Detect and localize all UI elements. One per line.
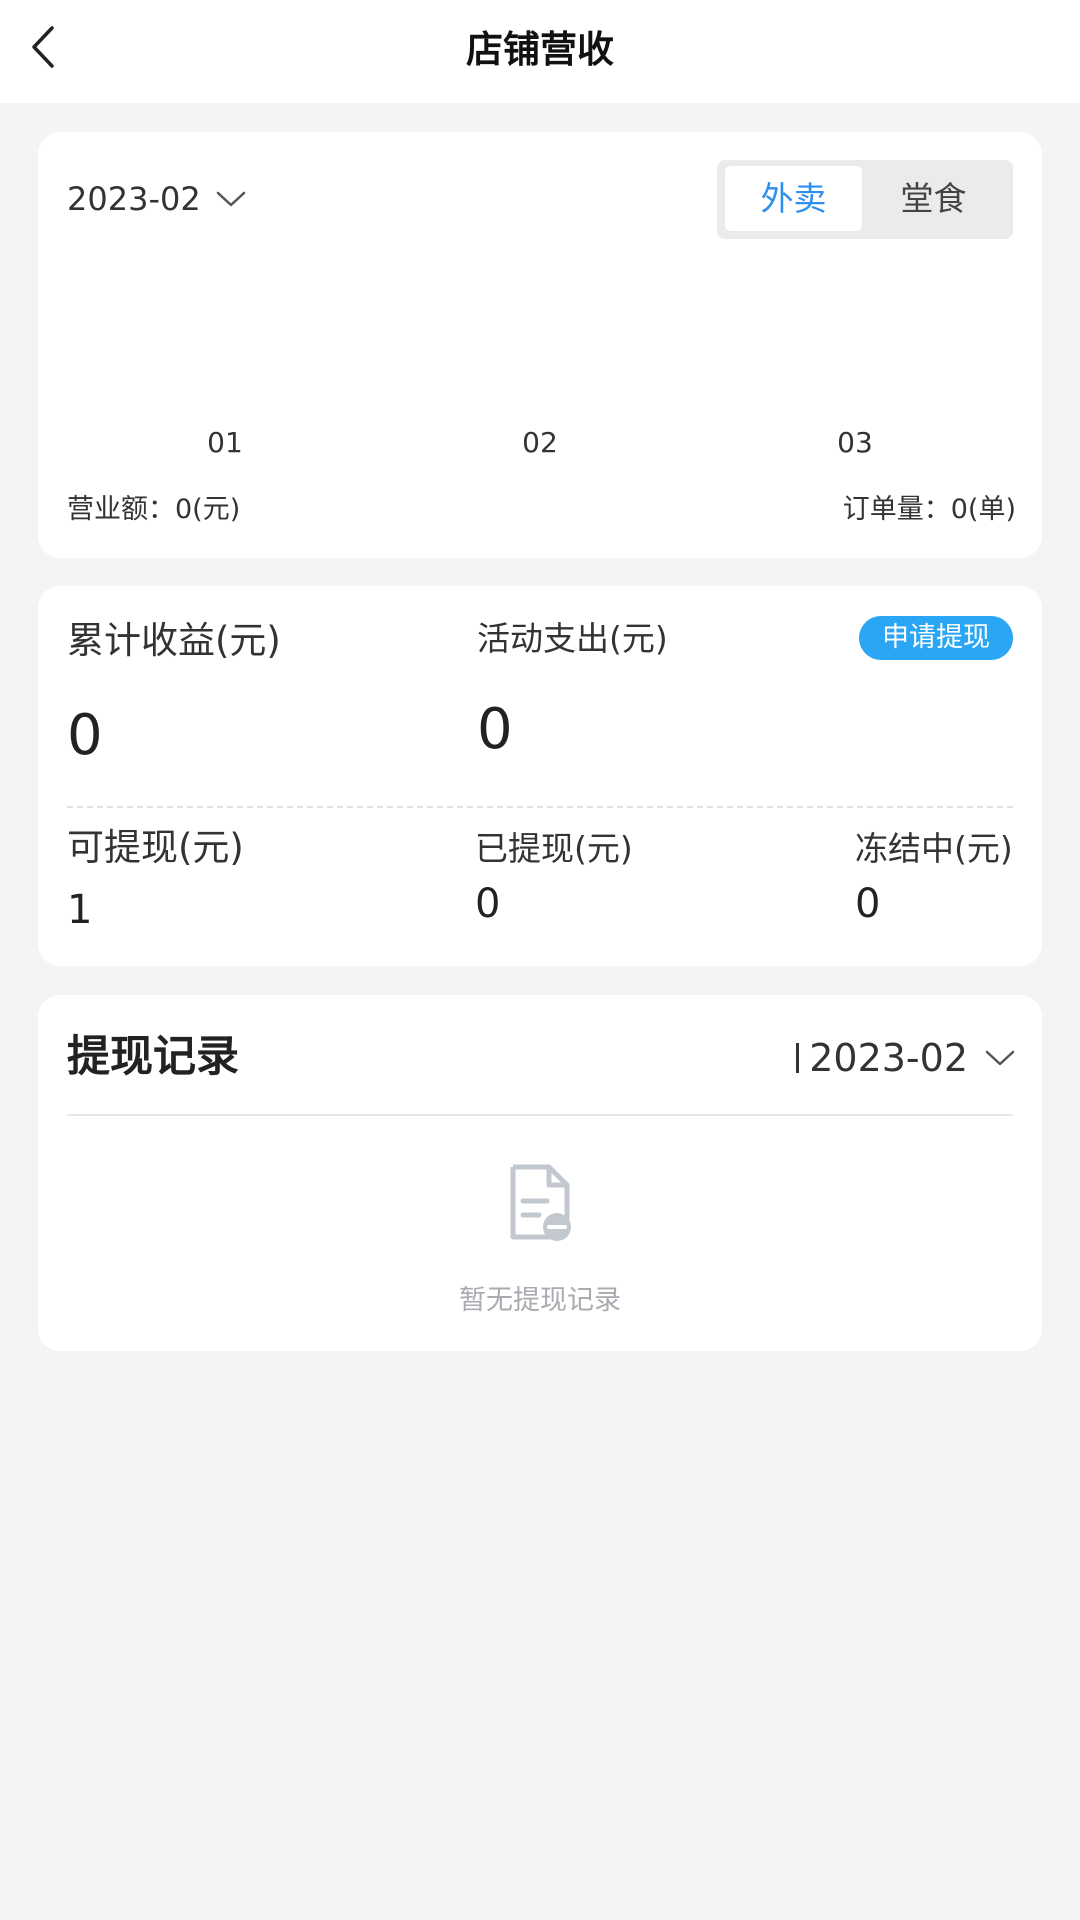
revenue-month-value: 2023-02 [67, 180, 201, 218]
cumulative-earnings-value: 0 [67, 703, 103, 768]
divider [67, 1114, 1013, 1116]
tab-takeout[interactable]: 外卖 [725, 166, 862, 231]
page-title: 店铺营收 [466, 28, 614, 71]
cumulative-earnings-label: 累计收益(元) [67, 619, 281, 662]
divider [67, 806, 1013, 808]
chevron-down-icon [985, 1050, 1015, 1066]
turnover-stat: 营业额：0(元) [67, 494, 241, 525]
apply-withdraw-button[interactable]: 申请提现 [859, 616, 1013, 660]
revenue-month-picker[interactable]: 2023-02 [67, 174, 247, 224]
records-title: 提现记录 [67, 1032, 239, 1082]
activity-expense-value: 0 [477, 697, 513, 762]
records-month-value: 2023-02 [809, 1036, 968, 1080]
chart-x-label: 01 [207, 426, 243, 459]
chart-x-label: 02 [522, 426, 558, 459]
activity-expense-label: 活动支出(元) [477, 619, 668, 658]
withdrawn-label: 已提现(元) [475, 829, 633, 868]
empty-records-text: 暂无提现记录 [459, 1285, 621, 1316]
withdrawn-value: 0 [475, 881, 501, 927]
frozen-value: 0 [855, 881, 881, 927]
revenue-card: 2023-02 外卖 堂食 01 02 03 营业额：0(元) 订单量：0(单) [38, 132, 1042, 558]
withdrawable-value: 1 [67, 887, 93, 933]
tab-dine-in[interactable]: 堂食 [865, 166, 1002, 231]
document-remove-icon [510, 1164, 571, 1241]
navbar: 店铺营收 [0, 0, 1080, 103]
frozen-label: 冻结中(元) [855, 829, 1013, 868]
order-type-segmented-control: 外卖 堂食 [717, 160, 1013, 239]
records-month-picker[interactable]: 2023-02 [796, 1030, 1016, 1086]
earnings-card: 累计收益(元) 0 活动支出(元) 0 申请提现 可提现(元) 1 已提现(元)… [38, 586, 1042, 966]
withdrawable-label: 可提现(元) [67, 826, 244, 869]
separator-bar [796, 1043, 800, 1073]
chart-x-label: 03 [837, 426, 873, 459]
chevron-down-icon [216, 191, 245, 207]
withdraw-records-card: 提现记录 2023-02 暂无提现记录 [38, 995, 1042, 1351]
order-count-stat: 订单量：0(单) [842, 494, 1016, 525]
